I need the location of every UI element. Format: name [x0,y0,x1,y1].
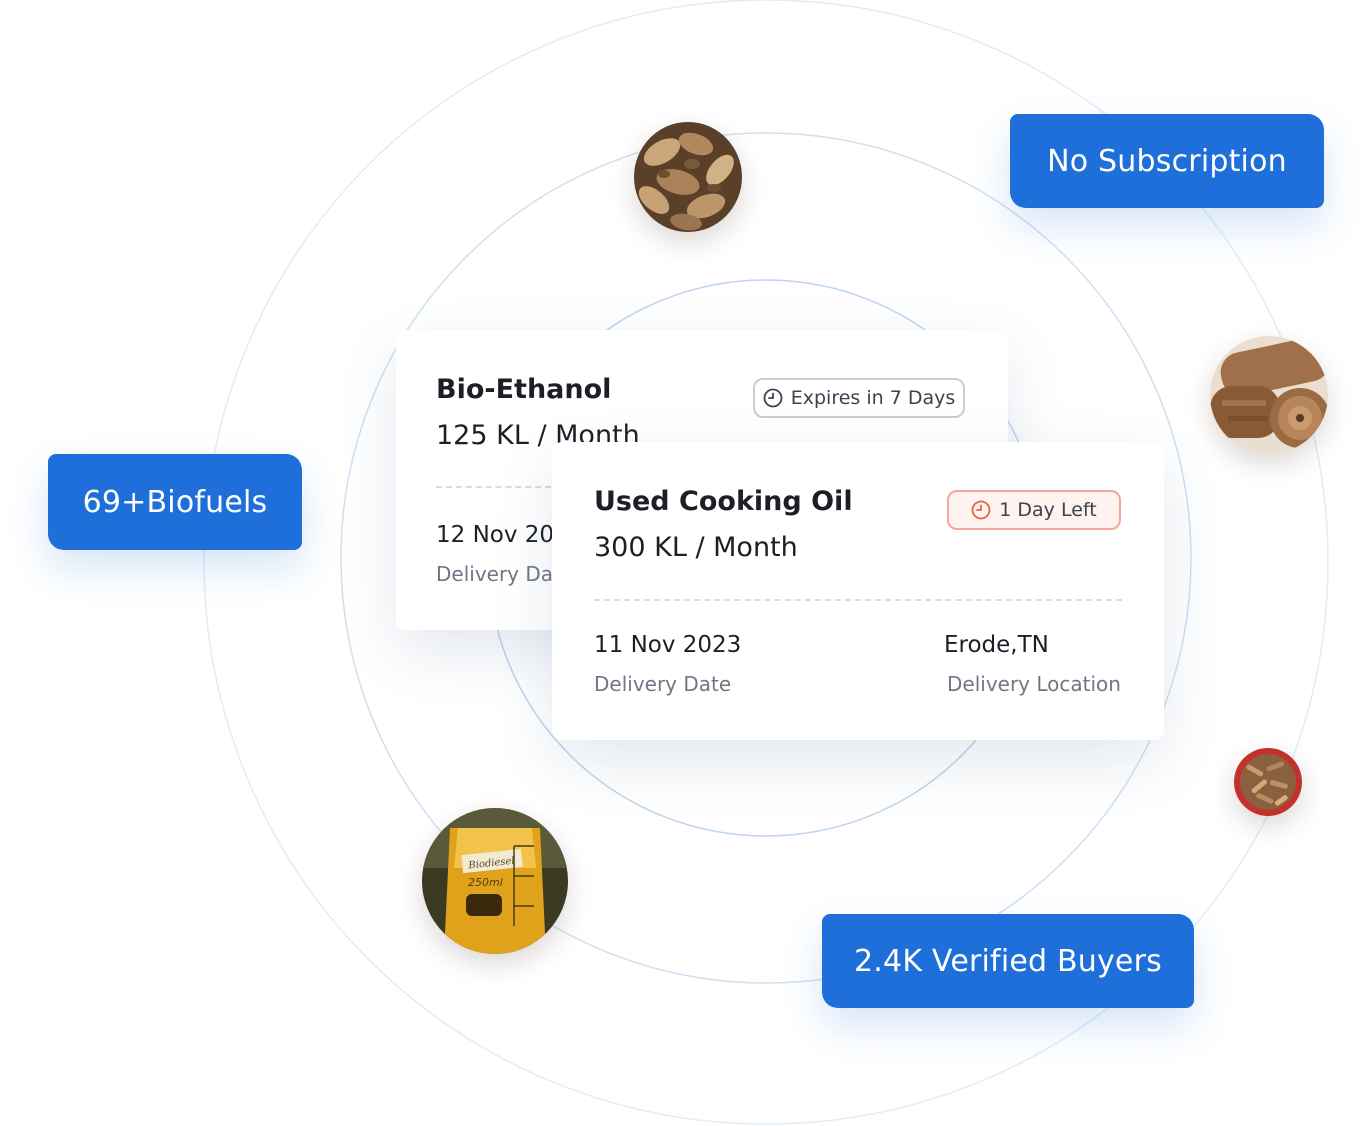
verified-buyers-label: 2.4K Verified Buyers [854,943,1162,979]
no-subscription-label: No Subscription [1047,143,1287,179]
biodiesel-beaker-photo: Biodiesel 250ml [422,808,568,954]
listing-title: Bio-Ethanol [436,374,612,405]
time-left-badge-label: 1 Day Left [999,499,1097,521]
delivery-location-value: Erode,TN [944,632,1049,658]
listing-card-used-cooking-oil[interactable]: Used Cooking Oil 300 KL / Month 1 Day Le… [552,442,1164,740]
time-left-badge: 1 Day Left [947,490,1121,530]
delivery-date-value: 11 Nov 2023 [594,632,742,658]
delivery-date-value: 12 Nov 20 [436,522,555,548]
card-divider [594,599,1122,601]
listing-title: Used Cooking Oil [594,486,853,517]
expiry-badge-label: Expires in 7 Days [790,387,956,409]
delivery-date-label: Delivery Date [594,672,732,696]
expiry-badge: Expires in 7 Days [753,378,965,418]
verified-buyers-pill: 2.4K Verified Buyers [822,914,1194,1008]
wood-pellets-photo [1234,748,1302,816]
clock-icon [763,388,783,408]
no-subscription-pill: No Subscription [1010,114,1324,208]
biofuels-count-label: 69+Biofuels [82,484,268,520]
delivery-date-label: Delivery Dat [436,562,561,586]
delivery-location-label: Delivery Location [947,672,1121,696]
listing-quantity: 300 KL / Month [594,532,798,563]
beaker-volume: 250ml [468,876,503,889]
wood-briquettes-photo [1210,336,1328,454]
clock-icon [971,500,991,520]
biofuels-count-pill: 69+Biofuels [48,454,302,550]
peanut-shells-photo [634,122,742,232]
